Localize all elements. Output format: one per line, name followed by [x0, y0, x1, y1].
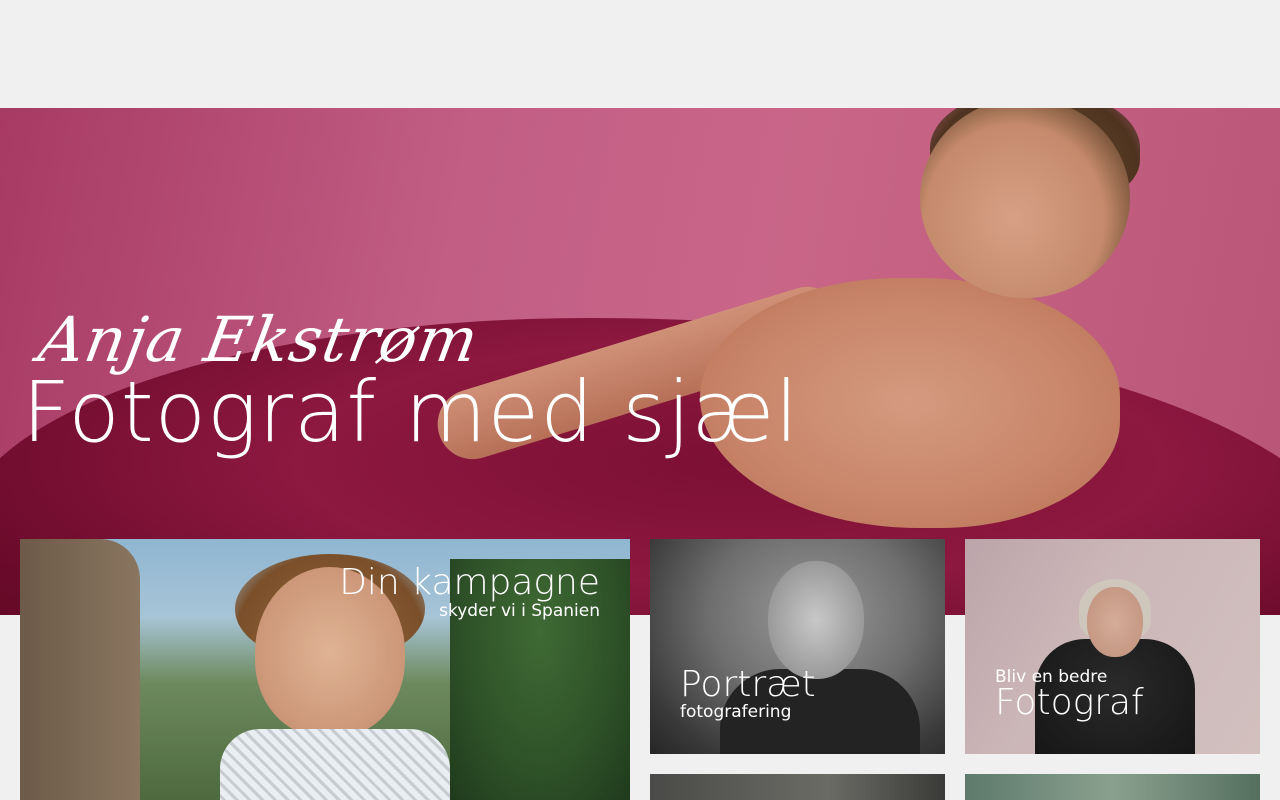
bottom-left-card[interactable]: [650, 774, 945, 800]
campaign-card-subtitle: skyder vi i Spanien: [439, 601, 600, 621]
photographer-course-card[interactable]: Bliv en bedre Fotograf: [965, 539, 1260, 754]
photographer-photo-face: [1087, 587, 1143, 657]
portrait-card-title: Portræt: [680, 664, 816, 705]
portrait-photo-face: [768, 561, 864, 679]
top-header-bar: [0, 0, 1280, 108]
bottom-right-card[interactable]: [965, 774, 1260, 800]
campaign-photo-top: [220, 729, 450, 800]
campaign-photo-palm-trunk: [20, 539, 140, 800]
photographer-card-title: Fotograf: [995, 682, 1144, 723]
portrait-card[interactable]: Portræt fotografering: [650, 539, 945, 754]
portrait-card-subtitle: fotografering: [680, 702, 792, 722]
campaign-card[interactable]: Din kampagne skyder vi i Spanien: [20, 539, 630, 800]
hero-headline: Fotograf med sjæl: [22, 363, 800, 461]
hero-photo-face: [920, 108, 1130, 298]
campaign-card-title: Din kampagne: [339, 562, 600, 603]
